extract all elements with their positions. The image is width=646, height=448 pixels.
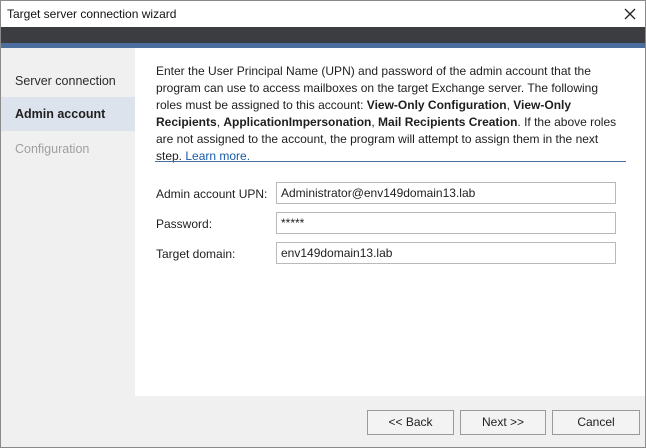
target-domain-label: Target domain:: [156, 247, 236, 261]
cancel-button[interactable]: Cancel: [552, 410, 640, 435]
role-mail-recipients-creation: Mail Recipients Creation: [378, 115, 518, 129]
sidebar-item-configuration: Configuration: [15, 142, 90, 156]
next-button[interactable]: Next >>: [460, 410, 546, 435]
wizard-window: Target server connection wizard Server c…: [0, 0, 646, 448]
main-panel: Enter the User Principal Name (UPN) and …: [135, 48, 645, 396]
wizard-footer: << Back Next >> Cancel: [1, 396, 645, 447]
title-bar: Target server connection wizard: [1, 1, 645, 27]
wizard-steps-sidebar: Server connection Admin account Configur…: [1, 48, 135, 396]
sidebar-item-admin-account[interactable]: Admin account: [1, 97, 135, 131]
window-title: Target server connection wizard: [7, 7, 177, 21]
header-band: [1, 27, 645, 43]
upn-input[interactable]: [276, 182, 616, 204]
target-domain-input[interactable]: [276, 242, 616, 264]
upn-label: Admin account UPN:: [156, 187, 268, 201]
password-label: Password:: [156, 217, 213, 231]
password-input[interactable]: [276, 212, 616, 234]
sidebar-item-server-connection[interactable]: Server connection: [1, 64, 135, 98]
close-icon: [624, 8, 636, 20]
back-button[interactable]: << Back: [367, 410, 454, 435]
role-view-only-configuration: View-Only Configuration: [366, 98, 507, 112]
close-button[interactable]: [615, 1, 645, 27]
description-text: Enter the User Principal Name (UPN) and …: [156, 64, 617, 163]
description-separator: [155, 161, 626, 162]
role-application-impersonation: ApplicationImpersonation: [223, 115, 372, 129]
